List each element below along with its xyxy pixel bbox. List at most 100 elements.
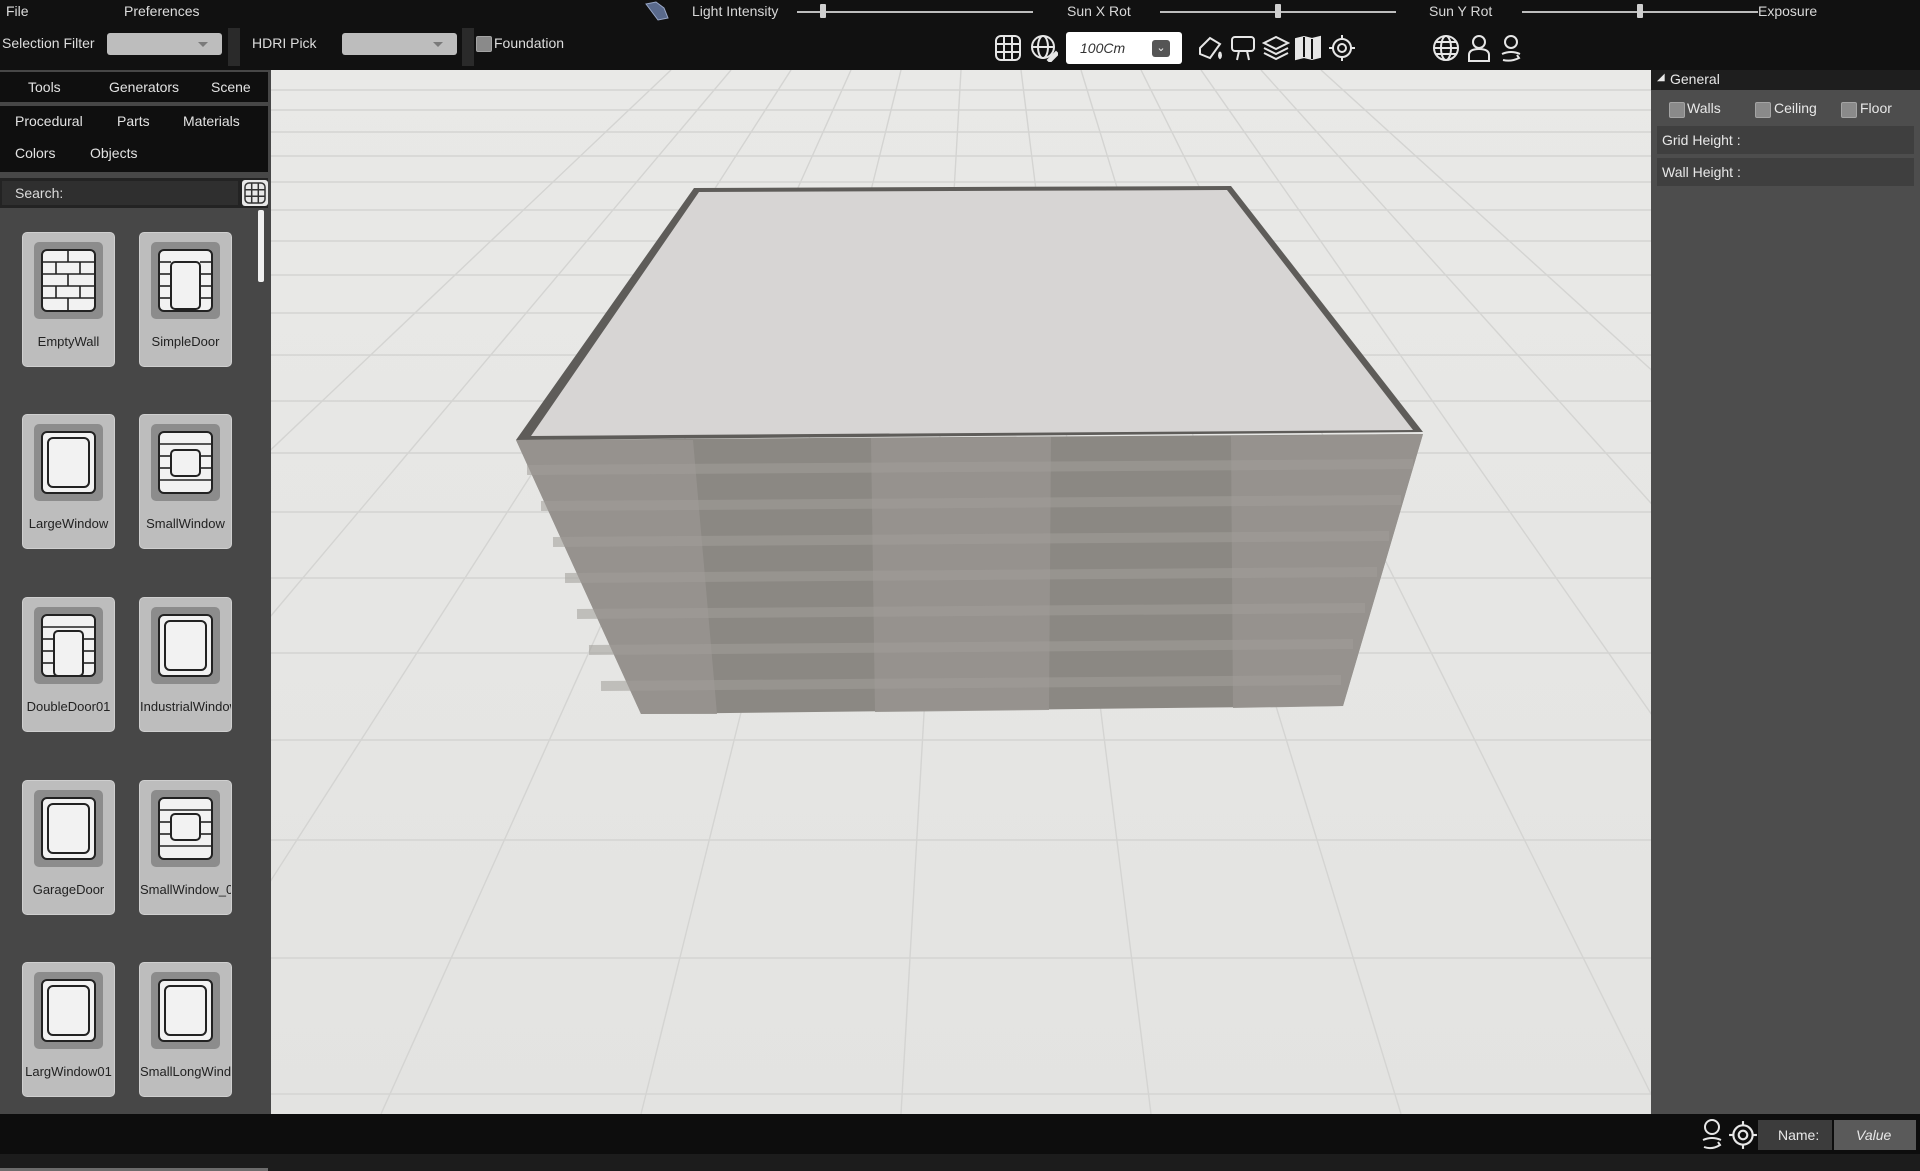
tab-colors[interactable]: Colors — [15, 145, 55, 161]
globe-edit-icon[interactable] — [1028, 32, 1060, 64]
exposure-label: Exposure — [1758, 3, 1818, 19]
item-label: LargeWindow — [28, 516, 109, 531]
name-value-field[interactable]: Value — [1834, 1120, 1916, 1150]
search-input[interactable]: Search: — [2, 181, 238, 205]
grid-height-field[interactable]: Grid Height : — [1657, 126, 1914, 154]
item-label: SmallLongWindow — [140, 1064, 231, 1079]
paint-bucket-icon[interactable] — [1194, 32, 1226, 64]
general-section-header[interactable]: ◢ General — [1651, 70, 1920, 90]
layers-icon[interactable] — [1260, 32, 1292, 64]
section-title: General — [1670, 71, 1720, 87]
floor-label: Floor — [1860, 100, 1892, 116]
item-card-garagedoor[interactable]: GarageDoor — [22, 780, 115, 915]
item-card-industrialwindow[interactable]: IndustrialWindow — [139, 597, 232, 732]
right-panel: ◢ General Walls Ceiling Floor Grid Heigh… — [1651, 70, 1920, 1114]
walls-label: Walls — [1687, 100, 1721, 116]
floor-checkbox[interactable] — [1841, 102, 1857, 118]
hdri-pick-label: HDRI Pick — [252, 35, 317, 51]
item-card-smallwindow[interactable]: SmallWindow — [139, 414, 232, 549]
toolbar-separator — [462, 28, 474, 66]
menu-preferences[interactable]: Preferences — [124, 3, 199, 19]
unit-value: 100Cm — [1080, 40, 1126, 56]
sun-icon — [642, 0, 672, 24]
sun-x-rot-label: Sun X Rot — [1067, 3, 1131, 19]
target-icon[interactable] — [1326, 32, 1358, 64]
collapse-arrow-icon[interactable]: ◢ — [1657, 72, 1665, 83]
wall-height-field[interactable]: Wall Height : — [1657, 158, 1914, 186]
item-card-doubledoor01[interactable]: DoubleDoor01 — [22, 597, 115, 732]
walls-checkbox[interactable] — [1669, 102, 1685, 118]
small-window-icon — [151, 790, 220, 867]
item-label: IndustrialWindow — [140, 699, 231, 714]
item-card-simpledoor[interactable]: SimpleDoor — [139, 232, 232, 367]
menu-bar: File Preferences Light Intensity Sun X R… — [0, 0, 1920, 24]
tab-objects[interactable]: Objects — [90, 145, 137, 161]
item-card-emptywall[interactable]: EmptyWall — [22, 232, 115, 367]
foundation-label: Foundation — [494, 35, 565, 51]
search-label: Search: — [15, 185, 64, 201]
building-box — [516, 186, 1423, 714]
grid-height-label: Grid Height : — [1662, 132, 1741, 148]
main-tabs: Tools Generators Scene — [0, 72, 268, 102]
item-label: EmptyWall — [37, 334, 100, 349]
item-card-largwindow01[interactable]: LargWindow01 — [22, 962, 115, 1097]
globe-icon[interactable] — [1430, 32, 1462, 64]
tab-tools[interactable]: Tools — [28, 79, 61, 95]
wall-height-label: Wall Height : — [1662, 164, 1741, 180]
sun-x-rot-slider-handle[interactable] — [1275, 4, 1281, 18]
billboard-icon[interactable] — [1227, 32, 1259, 64]
tab-parts[interactable]: Parts — [117, 113, 150, 129]
item-label: LargWindow01 — [25, 1064, 112, 1079]
large-window-icon — [34, 424, 103, 501]
tab-materials[interactable]: Materials — [183, 113, 240, 129]
industrial-window-icon — [151, 607, 220, 684]
status-bar: Name: Value — [0, 1114, 1920, 1154]
item-card-smallwindow-0[interactable]: SmallWindow_0 — [139, 780, 232, 915]
tab-procedural[interactable]: Procedural — [15, 113, 83, 129]
door-icon — [151, 242, 220, 319]
name-label-box: Name: — [1758, 1120, 1832, 1150]
light-intensity-label: Light Intensity — [692, 3, 779, 19]
double-door-icon — [34, 607, 103, 684]
map-icon[interactable] — [1292, 32, 1324, 64]
grid-view-toggle[interactable] — [242, 180, 268, 206]
long-window-icon — [151, 972, 220, 1049]
visibility-checkboxes: Walls Ceiling Floor — [1657, 94, 1914, 122]
chevron-down-icon[interactable]: ⌄ — [1152, 40, 1170, 57]
foundation-checkbox[interactable] — [476, 36, 492, 52]
person-rotate-icon[interactable] — [1698, 1118, 1726, 1157]
name-value: Value — [1856, 1127, 1892, 1143]
grid-icon[interactable] — [992, 32, 1024, 64]
light-intensity-slider[interactable] — [797, 11, 1033, 13]
toolbar: Selection Filter HDRI Pick Foundation 10… — [0, 24, 1920, 70]
tab-scene[interactable]: Scene — [211, 79, 251, 95]
item-card-smalllongwindow[interactable]: SmallLongWindow — [139, 962, 232, 1097]
selection-filter-label: Selection Filter — [2, 35, 95, 51]
3d-viewport[interactable] — [271, 70, 1651, 1114]
sun-y-rot-slider-handle[interactable] — [1637, 4, 1643, 18]
item-label: SimpleDoor — [151, 334, 220, 349]
sub-tabs: Procedural Parts Materials Colors Object… — [0, 106, 268, 172]
light-intensity-slider-handle[interactable] — [819, 4, 826, 18]
hdri-pick-dropdown[interactable] — [342, 33, 457, 55]
menu-file[interactable]: File — [6, 3, 29, 19]
grid-icon — [244, 182, 266, 204]
tab-generators[interactable]: Generators — [109, 79, 179, 95]
toolbar-separator — [228, 28, 240, 66]
scene-canvas — [271, 70, 1651, 1114]
person-rotate-icon[interactable] — [1495, 32, 1527, 64]
item-label: DoubleDoor01 — [26, 699, 111, 714]
ceiling-label: Ceiling — [1774, 100, 1817, 116]
selection-filter-dropdown[interactable] — [107, 33, 222, 55]
item-card-largewindow[interactable]: LargeWindow — [22, 414, 115, 549]
item-label: SmallWindow_0 — [140, 882, 231, 897]
target-icon[interactable] — [1728, 1120, 1758, 1155]
sun-y-rot-label: Sun Y Rot — [1429, 3, 1493, 19]
person-icon[interactable] — [1463, 32, 1495, 64]
left-panel: Tools Generators Scene Procedural Parts … — [0, 70, 271, 1171]
brick-wall-icon — [34, 242, 103, 319]
scrollbar[interactable] — [258, 210, 264, 282]
ceiling-checkbox[interactable] — [1755, 102, 1771, 118]
unit-dropdown[interactable]: 100Cm ⌄ — [1066, 32, 1182, 64]
search-row: Search: — [0, 178, 268, 208]
